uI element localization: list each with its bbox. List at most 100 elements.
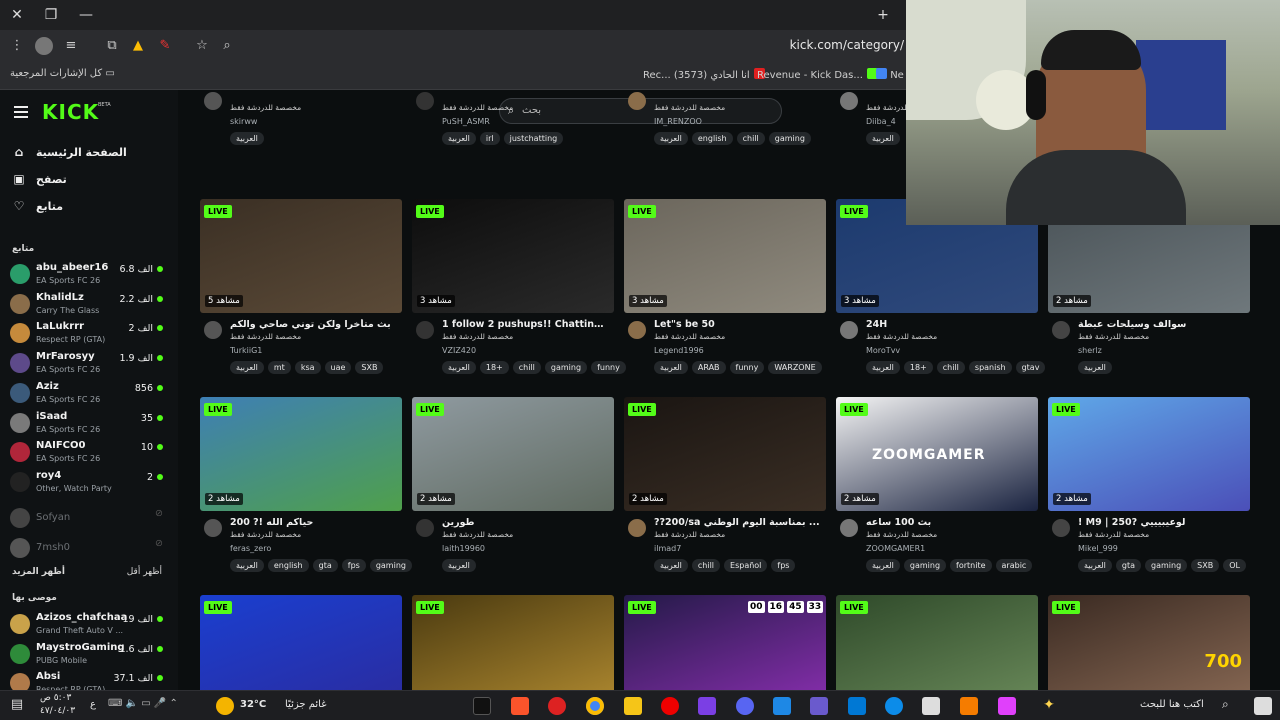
- reading-list-icon[interactable]: ≡: [62, 37, 80, 55]
- drive-icon[interactable]: ▲: [129, 37, 147, 55]
- following-item[interactable]: roy4 Other, Watch Party 2: [10, 470, 165, 498]
- tag[interactable]: gaming: [768, 132, 811, 145]
- stream-category[interactable]: مخصصة للدردشة فقط: [654, 103, 725, 112]
- tag[interactable]: chill: [512, 361, 541, 374]
- stream-title[interactable]: حياكم الله !? 200: [230, 517, 398, 528]
- tag[interactable]: chill: [736, 132, 765, 145]
- tag[interactable]: gaming: [1145, 559, 1188, 572]
- address-bar[interactable]: kick.com/category/: [790, 38, 904, 52]
- nav-browse[interactable]: ▣ تصفح: [12, 169, 172, 189]
- tag[interactable]: ARAB: [691, 361, 726, 374]
- following-item-offline[interactable]: 7msh0 ⊘: [10, 536, 165, 564]
- stream-category[interactable]: مخصصة للدردشة فقط: [230, 530, 301, 539]
- streamer-avatar[interactable]: [416, 519, 434, 537]
- streamer-username[interactable]: Mikel_999: [1078, 544, 1118, 553]
- streamer-username[interactable]: IM_RENZOO: [654, 117, 702, 126]
- tag[interactable]: chill: [936, 361, 965, 374]
- stream-category[interactable]: مخصصة للدردشة فقط: [866, 332, 937, 341]
- stream-thumbnail[interactable]: LIVE 2 مشاهد: [624, 397, 826, 511]
- streamer-username[interactable]: laith19960: [442, 544, 485, 553]
- stream-category[interactable]: مخصصة للدردشة فقط: [654, 530, 725, 539]
- following-item[interactable]: iSaad EA Sports FC 26 35: [10, 411, 165, 439]
- tag[interactable]: العربية: [230, 132, 264, 145]
- stream-category[interactable]: مخصصة للدردشة فقط: [442, 332, 513, 341]
- stream-thumbnail[interactable]: LIVE: [836, 595, 1038, 690]
- gamepad-icon[interactable]: [810, 697, 828, 715]
- following-item[interactable]: KhalidLz Carry The Glass 2.2 الف: [10, 292, 165, 320]
- zoom-icon[interactable]: ⌕: [218, 37, 236, 55]
- stream-thumbnail[interactable]: LIVE 2 مشاهد: [1048, 397, 1250, 511]
- file-explorer-icon[interactable]: [624, 697, 642, 715]
- recommended-item[interactable]: Absi Respect RP (GTA) 37.1 الف: [10, 671, 165, 690]
- bookmark-item-2[interactable]: Revenue - Kick Das...: [757, 68, 878, 81]
- kick-logo[interactable]: KICK: [42, 100, 99, 124]
- streamer-username[interactable]: Diiba_4: [866, 117, 896, 126]
- tag[interactable]: SXB: [355, 361, 384, 374]
- stream-thumbnail[interactable]: LIVE 3 مشاهد: [624, 199, 826, 313]
- brave-icon[interactable]: [511, 697, 529, 715]
- tag[interactable]: justchatting: [503, 132, 564, 145]
- chrome-icon[interactable]: [586, 697, 604, 715]
- tag[interactable]: العربية: [230, 559, 264, 572]
- stream-category[interactable]: مخصصة للدردشة فقط: [866, 530, 937, 539]
- stream-title[interactable]: 1 follow 2 pushups!! Chatting & c...: [442, 319, 610, 330]
- stream-thumbnail[interactable]: LIVE: [200, 595, 402, 690]
- streamer-username[interactable]: Legend1996: [654, 346, 704, 355]
- start-icon[interactable]: [1254, 697, 1272, 715]
- media-player-icon[interactable]: [661, 697, 679, 715]
- stream-thumbnail[interactable]: LIVE 3 مشاهد: [412, 199, 614, 313]
- show-less-button[interactable]: أظهر أقل: [127, 567, 162, 577]
- stream-thumbnail[interactable]: LIVE 5 مشاهد: [200, 199, 402, 313]
- tag[interactable]: spanish: [968, 361, 1012, 374]
- tag[interactable]: OL: [1223, 559, 1246, 572]
- streamer-avatar[interactable]: [204, 321, 222, 339]
- stream-category[interactable]: مخصصة للدردشة فقط: [1078, 332, 1149, 341]
- weather-desc[interactable]: غائم جزئيًا: [285, 699, 326, 710]
- tag[interactable]: العربية: [866, 559, 900, 572]
- streamer-avatar[interactable]: [1052, 519, 1070, 537]
- streamer-avatar[interactable]: [204, 92, 222, 110]
- tag[interactable]: gaming: [544, 361, 588, 374]
- stream-title[interactable]: Let"s be 50: [654, 319, 822, 330]
- tag[interactable]: arabic: [995, 559, 1033, 572]
- clock-date[interactable]: ٤٧/٠٤/٠٣: [40, 706, 75, 716]
- stream-thumbnail[interactable]: LIVE 2 مشاهد ZOOMGAMER: [836, 397, 1038, 511]
- bookmark-item-1[interactable]: Rec... انا الحادي (3573): [643, 68, 765, 81]
- tag[interactable]: mt: [267, 361, 291, 374]
- nav-home[interactable]: ⌂ الصفحة الرئيسية: [12, 142, 172, 162]
- menu-kebab-icon[interactable]: ⋮: [8, 37, 26, 55]
- tag[interactable]: uae: [324, 361, 352, 374]
- stream-category[interactable]: مخصصة للدردشة فقط: [654, 332, 725, 341]
- tag[interactable]: العربية: [1078, 559, 1112, 572]
- tag[interactable]: العربية: [866, 132, 900, 145]
- clock-time[interactable]: ٥:٠٣ ص: [40, 693, 71, 703]
- tag[interactable]: العربية: [654, 361, 688, 374]
- following-item[interactable]: abu_abeer16 EA Sports FC 26 6.8 الف: [10, 262, 165, 290]
- tag[interactable]: gta: [312, 559, 338, 572]
- stream-title[interactable]: ??200/sa بمناسبة اليوم الوطني ...: [654, 517, 822, 528]
- tag[interactable]: Español: [724, 559, 768, 572]
- stream-category[interactable]: مخصصة للدردشة فقط: [1078, 530, 1149, 539]
- following-item[interactable]: Aziz EA Sports FC 26 856: [10, 381, 165, 409]
- streamer-username[interactable]: skirww: [230, 117, 257, 126]
- weather-temp[interactable]: 32°C: [240, 699, 266, 710]
- tag[interactable]: العربية: [230, 361, 264, 374]
- tag[interactable]: english: [691, 132, 733, 145]
- show-more-button[interactable]: أظهر المزيد: [12, 567, 65, 577]
- stream-title[interactable]: بث متأخرا ولكن توني صاحي والكم: [230, 319, 398, 330]
- copilot-icon[interactable]: [998, 697, 1016, 715]
- tag[interactable]: 18+: [479, 361, 509, 374]
- following-item-offline[interactable]: Sofyan ⊘: [10, 506, 165, 534]
- app-3-icon[interactable]: [773, 697, 791, 715]
- notifications-icon[interactable]: ▤: [8, 697, 26, 715]
- tag[interactable]: ksa: [294, 361, 321, 374]
- hamburger-menu-icon[interactable]: [14, 106, 28, 118]
- bookmark-star-icon[interactable]: ☆: [193, 37, 211, 55]
- tag[interactable]: SXB: [1191, 559, 1220, 572]
- stream-category[interactable]: مخصصة للدردشة فقط: [230, 103, 301, 112]
- stream-title[interactable]: 24H: [866, 319, 1034, 330]
- streamer-avatar[interactable]: [840, 321, 858, 339]
- streamer-username[interactable]: feras_zero: [230, 544, 271, 553]
- following-item[interactable]: MrFarosyy EA Sports FC 26 1.9 الف: [10, 351, 165, 379]
- streamer-username[interactable]: TurkiiG1: [230, 346, 262, 355]
